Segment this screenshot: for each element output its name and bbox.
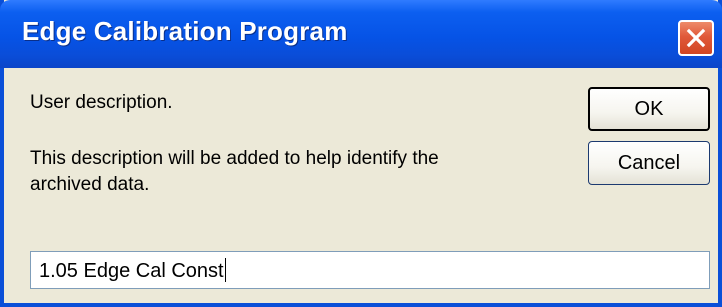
description-input[interactable]: 1.05 Edge Cal Const [30,251,710,289]
help-text-line-1: This description will be added to help i… [30,148,439,169]
text-caret [224,258,226,282]
window-title: Edge Calibration Program [22,16,348,46]
close-button[interactable] [678,20,714,56]
cancel-button-label: Cancel [617,151,681,174]
ok-button-label: OK [634,97,664,120]
title-bar[interactable]: Edge Calibration Program [0,0,722,68]
dialog-window: Edge Calibration Program User descriptio… [0,0,722,307]
ok-button[interactable]: OK [588,87,710,131]
help-text-line-2: archived data. [30,174,150,195]
dialog-body: User description. This description will … [4,68,718,303]
cancel-button[interactable]: Cancel [588,141,710,185]
prompt-label: User description. [30,92,173,113]
close-icon [686,28,706,48]
description-input-value: 1.05 Edge Cal Const [39,260,224,282]
